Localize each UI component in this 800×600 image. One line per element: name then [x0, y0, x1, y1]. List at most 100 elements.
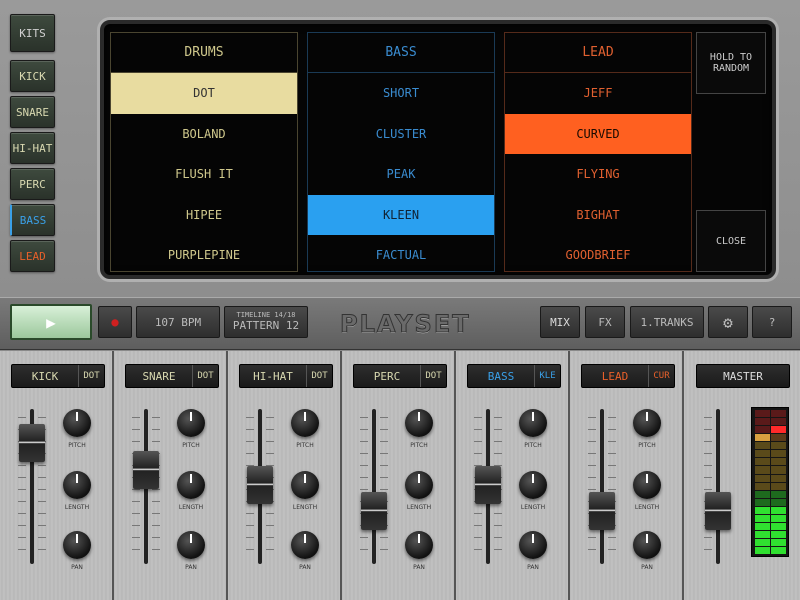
fader-tick: [246, 429, 254, 430]
vu-segment: [770, 410, 786, 418]
list-item[interactable]: CURVED: [505, 113, 691, 154]
vu-segment: [754, 434, 770, 442]
length-knob[interactable]: [519, 471, 547, 499]
fader-tick: [704, 537, 712, 538]
list-item[interactable]: DOT: [111, 73, 297, 114]
sidebar-item-lead[interactable]: LEAD: [10, 240, 55, 272]
pitch-knob[interactable]: [177, 409, 205, 437]
channel-name-button[interactable]: SNARE DOT: [125, 364, 219, 388]
length-knob[interactable]: [177, 471, 205, 499]
sidebar-item-perc[interactable]: PERC: [10, 168, 55, 200]
tracks-button[interactable]: 1.TRANKS: [630, 306, 704, 338]
fader-track: [600, 409, 604, 564]
kits-button[interactable]: KITS: [10, 14, 55, 52]
list-item[interactable]: BOLAND: [111, 114, 297, 155]
master-fader[interactable]: [705, 491, 731, 530]
list-item[interactable]: BIGHAT: [505, 195, 691, 236]
mixer: KICK DOT PITCH LENGTH PAN SNARE DOT PITCH LENGTH…: [0, 351, 800, 600]
channel-name: PERC: [373, 369, 401, 383]
pitch-knob[interactable]: [291, 409, 319, 437]
channel-name-button[interactable]: LEAD CUR: [581, 364, 675, 388]
list-item[interactable]: KLEEN: [308, 194, 494, 235]
channel-name-button[interactable]: BASS KLE: [467, 364, 561, 388]
list-item[interactable]: CLUSTER: [308, 114, 494, 155]
fx-button[interactable]: FX: [585, 306, 625, 338]
fader-tick: [132, 525, 140, 526]
fader-tick: [132, 489, 140, 490]
fader-tick: [474, 525, 482, 526]
hold-to-random-button[interactable]: HOLD TO RANDOM: [696, 32, 766, 94]
fader-tick: [588, 441, 596, 442]
vu-segment: [770, 514, 786, 522]
length-knob[interactable]: [63, 471, 91, 499]
pan-knob[interactable]: [177, 531, 205, 559]
fader-tick: [494, 429, 502, 430]
sidebar-item-bass[interactable]: BASS: [10, 204, 55, 236]
list-item[interactable]: GOODBRIEF: [505, 235, 691, 276]
knob-label: PAN: [527, 564, 539, 571]
fader-tick: [704, 453, 712, 454]
fader-tick: [266, 453, 274, 454]
sidebar-item-kick[interactable]: KICK: [10, 60, 55, 92]
volume-fader[interactable]: [361, 491, 387, 530]
pan-knob[interactable]: [405, 531, 433, 559]
list-item[interactable]: PEAK: [308, 154, 494, 195]
master-label: MASTER: [723, 369, 763, 383]
volume-fader[interactable]: [19, 424, 45, 462]
fader-tick: [474, 549, 482, 550]
list-item[interactable]: FLYING: [505, 154, 691, 195]
volume-fader[interactable]: [247, 466, 273, 504]
list-item[interactable]: PURPLEPINE: [111, 235, 297, 276]
channel-name: SNARE: [142, 369, 176, 383]
vu-segment: [754, 458, 770, 466]
pitch-knob[interactable]: [63, 409, 91, 437]
pitch-knob[interactable]: [405, 409, 433, 437]
help-button[interactable]: ?: [752, 306, 792, 338]
channel-name-button[interactable]: PERC DOT: [353, 364, 447, 388]
channel-kit: DOT: [78, 365, 104, 387]
fader-tick: [704, 429, 712, 430]
list-item[interactable]: JEFF: [505, 73, 691, 114]
length-knob[interactable]: [405, 471, 433, 499]
record-button[interactable]: ●: [98, 306, 132, 338]
fader-tick: [246, 525, 254, 526]
fader-tick: [360, 465, 368, 466]
volume-fader[interactable]: [133, 451, 159, 489]
pitch-knob[interactable]: [519, 409, 547, 437]
close-button[interactable]: CLOSE: [696, 210, 766, 272]
pitch-knob[interactable]: [633, 409, 661, 437]
vu-segment: [770, 522, 786, 530]
volume-fader[interactable]: [589, 491, 615, 530]
length-knob[interactable]: [633, 471, 661, 499]
list-item[interactable]: HIPEE: [111, 195, 297, 236]
pan-knob[interactable]: [63, 531, 91, 559]
fader-tick: [380, 441, 388, 442]
length-knob[interactable]: [291, 471, 319, 499]
play-button[interactable]: ▶: [10, 304, 92, 340]
bpm-display[interactable]: 107 BPM: [136, 306, 220, 338]
knob-label: LENGTH: [406, 504, 432, 511]
playset-logo: PLAYSET: [340, 310, 471, 339]
fader-tick: [246, 537, 254, 538]
fader-tick: [132, 513, 140, 514]
list-item[interactable]: FLUSH IT: [111, 154, 297, 195]
vu-segment: [754, 490, 770, 498]
fader-tick: [132, 441, 140, 442]
volume-fader[interactable]: [475, 466, 501, 504]
list-item[interactable]: FACTUAL: [308, 235, 494, 276]
fader-tick: [588, 489, 596, 490]
pan-knob[interactable]: [291, 531, 319, 559]
fader-tick: [266, 429, 274, 430]
pattern-display[interactable]: TIMELINE 14/18 PATTERN 12: [224, 306, 308, 338]
master-button[interactable]: MASTER: [696, 364, 790, 388]
pan-knob[interactable]: [519, 531, 547, 559]
pan-knob[interactable]: [633, 531, 661, 559]
mix-button[interactable]: MIX: [540, 306, 580, 338]
list-item[interactable]: SHORT: [308, 73, 494, 114]
sidebar-item-hihat[interactable]: HI-HAT: [10, 132, 55, 164]
channel-name-button[interactable]: KICK DOT: [11, 364, 105, 388]
settings-button[interactable]: ⚙: [708, 306, 748, 338]
sidebar-item-snare[interactable]: SNARE: [10, 96, 55, 128]
channel-name-button[interactable]: HI-HAT DOT: [239, 364, 333, 388]
fader-tick: [704, 477, 712, 478]
